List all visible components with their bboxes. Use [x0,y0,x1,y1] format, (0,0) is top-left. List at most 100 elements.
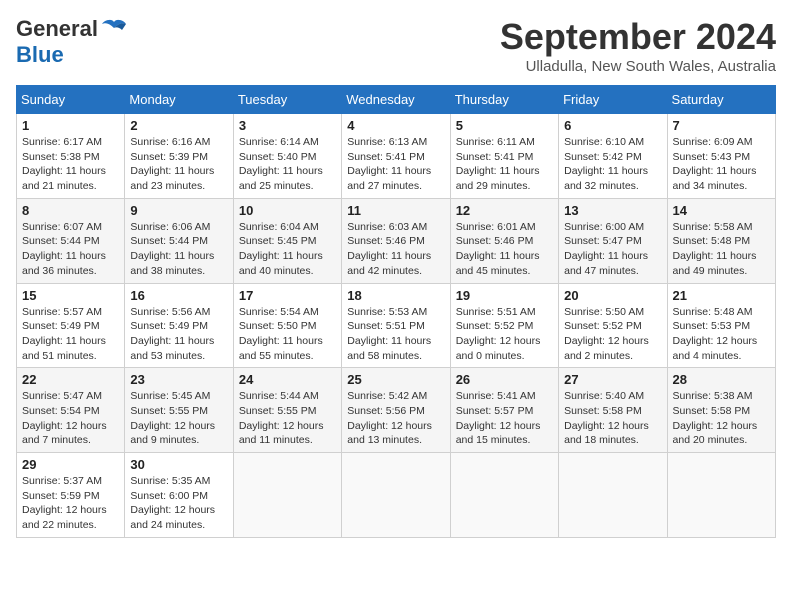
logo: General Blue [16,16,128,68]
calendar-cell [450,453,558,538]
calendar-cell [342,453,450,538]
day-number: 19 [456,288,553,303]
column-header-wednesday: Wednesday [342,86,450,114]
calendar-cell: 25 Sunrise: 5:42 AM Sunset: 5:56 PM Dayli… [342,368,450,453]
day-info: Sunrise: 6:03 AM Sunset: 5:46 PM Dayligh… [347,220,444,279]
calendar-cell: 9 Sunrise: 6:06 AM Sunset: 5:44 PM Daylig… [125,198,233,283]
day-number: 6 [564,118,661,133]
day-number: 15 [22,288,119,303]
calendar-cell: 5Sunrise: 6:11 AM Sunset: 5:41 PM Daylig… [450,114,558,199]
day-number: 22 [22,372,119,387]
calendar-cell: 13 Sunrise: 6:00 AM Sunset: 5:47 PM Dayli… [559,198,667,283]
day-info: Sunrise: 5:37 AM Sunset: 5:59 PM Dayligh… [22,474,119,533]
day-info: Sunrise: 5:48 AM Sunset: 5:53 PM Dayligh… [673,305,770,364]
day-number: 25 [347,372,444,387]
calendar-cell: 12Sunrise: 6:01 AM Sunset: 5:46 PM Dayli… [450,198,558,283]
day-info: Sunrise: 5:47 AM Sunset: 5:54 PM Dayligh… [22,389,119,448]
day-number: 27 [564,372,661,387]
calendar-cell: 18 Sunrise: 5:53 AM Sunset: 5:51 PM Dayli… [342,283,450,368]
day-number: 12 [456,203,553,218]
calendar-cell: 8 Sunrise: 6:07 AM Sunset: 5:44 PM Daylig… [17,198,125,283]
location-subtitle: Ulladulla, New South Wales, Australia [500,58,776,75]
day-info: Sunrise: 5:57 AM Sunset: 5:49 PM Dayligh… [22,305,119,364]
calendar-cell: 3Sunrise: 6:14 AM Sunset: 5:40 PM Daylig… [233,114,341,199]
calendar-cell: 16 Sunrise: 5:56 AM Sunset: 5:49 PM Dayli… [125,283,233,368]
calendar-cell: 14 Sunrise: 5:58 AM Sunset: 5:48 PM Dayli… [667,198,775,283]
month-title: September 2024 [500,16,776,58]
calendar-cell: 11 Sunrise: 6:03 AM Sunset: 5:46 PM Dayli… [342,198,450,283]
day-number: 4 [347,118,444,133]
calendar-cell [667,453,775,538]
day-number: 8 [22,203,119,218]
calendar-cell: 20 Sunrise: 5:50 AM Sunset: 5:52 PM Dayli… [559,283,667,368]
day-info: Sunrise: 6:13 AM Sunset: 5:41 PM Dayligh… [347,135,444,194]
day-info: Sunrise: 5:45 AM Sunset: 5:55 PM Dayligh… [130,389,227,448]
day-info: Sunrise: 6:00 AM Sunset: 5:47 PM Dayligh… [564,220,661,279]
day-info: Sunrise: 5:42 AM Sunset: 5:56 PM Dayligh… [347,389,444,448]
day-info: Sunrise: 5:35 AM Sunset: 6:00 PM Dayligh… [130,474,227,533]
calendar-header-row: SundayMondayTuesdayWednesdayThursdayFrid… [17,86,776,114]
column-header-friday: Friday [559,86,667,114]
day-number: 26 [456,372,553,387]
day-number: 2 [130,118,227,133]
day-number: 18 [347,288,444,303]
day-info: Sunrise: 5:53 AM Sunset: 5:51 PM Dayligh… [347,305,444,364]
column-header-monday: Monday [125,86,233,114]
day-info: Sunrise: 5:44 AM Sunset: 5:55 PM Dayligh… [239,389,336,448]
day-info: Sunrise: 5:58 AM Sunset: 5:48 PM Dayligh… [673,220,770,279]
calendar-cell: 21 Sunrise: 5:48 AM Sunset: 5:53 PM Dayli… [667,283,775,368]
day-info: Sunrise: 6:06 AM Sunset: 5:44 PM Dayligh… [130,220,227,279]
day-number: 16 [130,288,227,303]
column-header-tuesday: Tuesday [233,86,341,114]
day-number: 11 [347,203,444,218]
calendar-cell: 7Sunrise: 6:09 AM Sunset: 5:43 PM Daylig… [667,114,775,199]
day-number: 28 [673,372,770,387]
logo-word2: Blue [16,42,64,67]
day-number: 13 [564,203,661,218]
calendar-cell [233,453,341,538]
calendar-cell: 2Sunrise: 6:16 AM Sunset: 5:39 PM Daylig… [125,114,233,199]
calendar-cell: 24 Sunrise: 5:44 AM Sunset: 5:55 PM Dayli… [233,368,341,453]
day-number: 3 [239,118,336,133]
title-block: September 2024 Ulladulla, New South Wale… [500,16,776,75]
calendar-cell: 28 Sunrise: 5:38 AM Sunset: 5:58 PM Dayli… [667,368,775,453]
day-info: Sunrise: 5:41 AM Sunset: 5:57 PM Dayligh… [456,389,553,448]
calendar-cell: 30Sunrise: 5:35 AM Sunset: 6:00 PM Dayli… [125,453,233,538]
day-number: 17 [239,288,336,303]
day-number: 5 [456,118,553,133]
calendar-week-row: 15 Sunrise: 5:57 AM Sunset: 5:49 PM Dayli… [17,283,776,368]
day-number: 24 [239,372,336,387]
calendar-cell: 17 Sunrise: 5:54 AM Sunset: 5:50 PM Dayli… [233,283,341,368]
day-number: 1 [22,118,119,133]
day-info: Sunrise: 5:38 AM Sunset: 5:58 PM Dayligh… [673,389,770,448]
calendar-table: SundayMondayTuesdayWednesdayThursdayFrid… [16,85,776,538]
day-number: 21 [673,288,770,303]
column-header-thursday: Thursday [450,86,558,114]
day-number: 23 [130,372,227,387]
calendar-cell: 23 Sunrise: 5:45 AM Sunset: 5:55 PM Dayli… [125,368,233,453]
calendar-week-row: 22 Sunrise: 5:47 AM Sunset: 5:54 PM Dayli… [17,368,776,453]
calendar-cell: 26 Sunrise: 5:41 AM Sunset: 5:57 PM Dayli… [450,368,558,453]
calendar-cell: 15 Sunrise: 5:57 AM Sunset: 5:49 PM Dayli… [17,283,125,368]
day-number: 10 [239,203,336,218]
calendar-week-row: 8 Sunrise: 6:07 AM Sunset: 5:44 PM Daylig… [17,198,776,283]
day-info: Sunrise: 5:56 AM Sunset: 5:49 PM Dayligh… [130,305,227,364]
calendar-cell: 4 Sunrise: 6:13 AM Sunset: 5:41 PM Daylig… [342,114,450,199]
calendar-cell [559,453,667,538]
day-number: 14 [673,203,770,218]
day-info: Sunrise: 5:50 AM Sunset: 5:52 PM Dayligh… [564,305,661,364]
day-info: Sunrise: 6:04 AM Sunset: 5:45 PM Dayligh… [239,220,336,279]
column-header-saturday: Saturday [667,86,775,114]
day-number: 9 [130,203,227,218]
day-info: Sunrise: 5:40 AM Sunset: 5:58 PM Dayligh… [564,389,661,448]
day-number: 29 [22,457,119,472]
day-number: 7 [673,118,770,133]
day-info: Sunrise: 6:10 AM Sunset: 5:42 PM Dayligh… [564,135,661,194]
day-info: Sunrise: 6:07 AM Sunset: 5:44 PM Dayligh… [22,220,119,279]
day-number: 20 [564,288,661,303]
page-header: General Blue September 2024 Ulladulla, N… [16,16,776,75]
logo-bird-icon [100,18,128,40]
day-info: Sunrise: 5:54 AM Sunset: 5:50 PM Dayligh… [239,305,336,364]
calendar-cell: 6 Sunrise: 6:10 AM Sunset: 5:42 PM Daylig… [559,114,667,199]
day-info: Sunrise: 6:17 AM Sunset: 5:38 PM Dayligh… [22,135,119,194]
